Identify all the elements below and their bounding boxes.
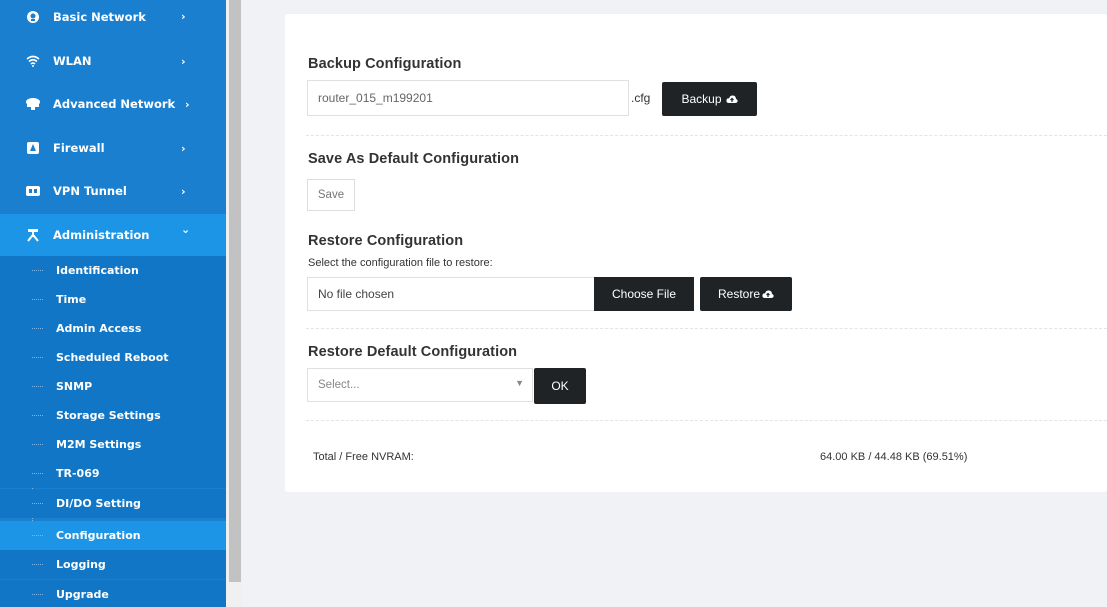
chevron-right-icon: › [185, 97, 190, 111]
tree-branch [32, 535, 43, 536]
globe-icon [25, 9, 41, 25]
chevron-right-icon: › [181, 54, 186, 68]
save-default-button[interactable]: Save [307, 179, 355, 211]
cloud-upload-icon [762, 289, 774, 299]
tree-branch [32, 270, 43, 271]
vpn-icon [25, 183, 41, 199]
sidebar-subitem-admin-access[interactable]: Admin Access [0, 314, 226, 343]
network-icon [25, 96, 41, 112]
sidebar-subitem-label: Storage Settings [56, 409, 161, 422]
tree-branch [32, 415, 43, 416]
backup-filename-value: router_015_m199201 [318, 91, 433, 105]
sidebar-subitem-tr-069[interactable]: TR-069 [0, 459, 226, 488]
tree-branch [32, 503, 43, 504]
restore-default-select[interactable]: Select... ▼ [307, 368, 533, 402]
section-divider [306, 135, 1107, 136]
backup-section-title: Backup Configuration [308, 56, 462, 72]
section-divider [306, 328, 1107, 329]
nvram-label: Total / Free NVRAM: [313, 451, 414, 463]
sidebar-subitem-di-do-setting[interactable]: DI/DO Setting [0, 489, 226, 518]
restore-file-status: No file chosen [318, 287, 395, 301]
admin-icon [25, 227, 41, 243]
restore-button-label: Restore [717, 287, 761, 301]
nvram-value: 64.00 KB / 44.48 KB (69.51%) [820, 451, 968, 463]
backup-button[interactable]: Backup [662, 82, 757, 116]
sidebar-item-wlan[interactable]: WLAN › [0, 47, 226, 75]
dropdown-arrow-icon: ▼ [515, 378, 524, 388]
chevron-down-icon: ⌄ [181, 223, 191, 236]
restore-file-input[interactable]: No file chosen [307, 277, 595, 311]
sidebar-item-vpn-tunnel[interactable]: VPN Tunnel › [0, 176, 226, 206]
sidebar-subitem-label: Logging [56, 558, 106, 571]
backup-button-label: Backup [681, 92, 722, 106]
restore-default-section-title: Restore Default Configuration [308, 344, 518, 360]
sidebar-subitem-upgrade[interactable]: Upgrade [0, 580, 226, 607]
tree-branch [32, 299, 43, 300]
sidebar-item-label: WLAN [53, 54, 92, 68]
backup-file-extension: .cfg [631, 91, 651, 105]
chevron-right-icon: › [181, 141, 186, 155]
sidebar-subitem-m2m-settings[interactable]: M2M Settings [0, 430, 226, 459]
sidebar-subitem-time[interactable]: Time [0, 285, 226, 314]
sidebar-item-label: Firewall [53, 141, 105, 155]
sidebar-subitem-label: Upgrade [56, 588, 109, 601]
cloud-upload-icon [725, 94, 738, 104]
sidebar-scrollbar-thumb[interactable] [229, 0, 241, 582]
sidebar-item-firewall[interactable]: Firewall › [0, 133, 226, 163]
sidebar-subitem-label: Time [56, 293, 87, 306]
sidebar-subitem-identification[interactable]: Identification [0, 256, 226, 285]
restore-button[interactable]: Restore [700, 277, 792, 311]
sidebar-subitem-configuration[interactable]: Configuration [0, 521, 226, 550]
sidebar-item-label: Basic Network [53, 9, 146, 24]
sidebar-subitem-label: TR-069 [56, 467, 100, 480]
restore-section-title: Restore Configuration [308, 233, 464, 249]
sidebar-subitem-label: Admin Access [56, 322, 142, 335]
sidebar-item-label: Advanced Network [53, 97, 176, 111]
sidebar-subitem-snmp[interactable]: SNMP [0, 372, 226, 401]
sidebar-subitem-logging[interactable]: Logging [0, 550, 226, 579]
section-divider [306, 420, 1107, 421]
tree-branch [32, 594, 43, 595]
select-placeholder: Select... [318, 379, 360, 391]
sidebar-subitem-label: DI/DO Setting [56, 497, 141, 510]
tree-branch [32, 328, 43, 329]
sidebar-subitem-label: Configuration [56, 529, 141, 542]
firewall-icon [25, 140, 41, 156]
sidebar-item-administration[interactable]: Administration ⌄ [0, 214, 226, 256]
restore-hint: Select the configuration file to restore… [308, 257, 493, 269]
sidebar-subitem-storage-settings[interactable]: Storage Settings [0, 401, 226, 430]
sidebar-item-label: VPN Tunnel [53, 184, 127, 198]
sidebar-subitem-label: Scheduled Reboot [56, 351, 169, 364]
restore-default-ok-button[interactable]: OK [534, 368, 586, 404]
tree-branch [32, 473, 43, 474]
sidebar-subitem-label: Identification [56, 264, 139, 277]
wifi-icon [25, 53, 41, 69]
sidebar-item-advanced-network[interactable]: Advanced Network › [0, 89, 226, 119]
tree-branch [32, 564, 43, 565]
sidebar-subitem-scheduled-reboot[interactable]: Scheduled Reboot [0, 343, 226, 372]
choose-file-button[interactable]: Choose File [594, 277, 694, 311]
tree-branch [32, 444, 43, 445]
backup-filename-input[interactable]: router_015_m199201 [307, 80, 629, 116]
save-default-section-title: Save As Default Configuration [308, 151, 520, 167]
sidebar-subitem-label: SNMP [56, 380, 93, 393]
sidebar-item-label: Administration [53, 228, 150, 242]
chevron-right-icon: › [181, 184, 186, 198]
sidebar-subitem-label: M2M Settings [56, 438, 142, 451]
sidebar: Basic Network › WLAN › Advanced Network … [0, 0, 226, 607]
chevron-right-icon: › [181, 10, 186, 23]
sidebar-item-basic-network[interactable]: Basic Network › [0, 0, 226, 33]
tree-branch [32, 357, 43, 358]
tree-branch [32, 386, 43, 387]
